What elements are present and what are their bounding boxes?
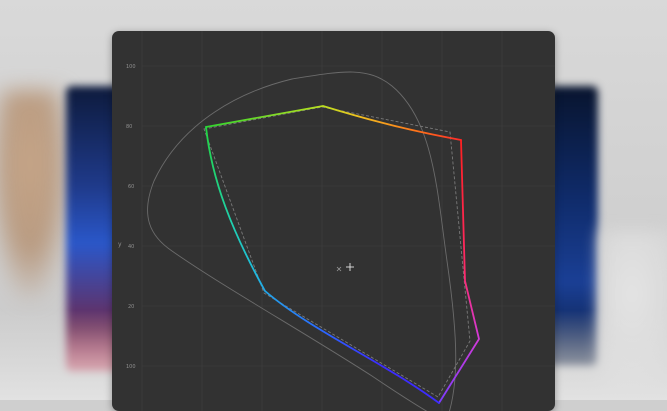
y-axis-label: y bbox=[118, 241, 122, 248]
y-tick-label: 100 bbox=[126, 364, 136, 370]
white-point-markers bbox=[336, 263, 354, 272]
y-tick-label: 60 bbox=[128, 184, 134, 190]
white-point-reference-marker bbox=[336, 266, 342, 272]
gamut-edge-green-red bbox=[205, 105, 462, 141]
measured-gamut bbox=[205, 105, 480, 404]
grid-lines bbox=[141, 31, 555, 411]
y-tick-label: 100 bbox=[126, 64, 136, 70]
y-tick-labels: 100 80 60 40 20 100 y bbox=[118, 64, 136, 370]
background-left-object bbox=[0, 90, 70, 300]
gamut-chart-panel: 100 80 60 40 20 100 y bbox=[112, 31, 555, 411]
spectral-locus-curve bbox=[147, 71, 457, 411]
y-tick-label: 20 bbox=[128, 304, 134, 310]
gamut-chart: 100 80 60 40 20 100 y bbox=[118, 31, 555, 411]
y-tick-label: 80 bbox=[126, 124, 132, 130]
gamut-edge-red-blue bbox=[438, 139, 480, 404]
gamut-edge-green-blue bbox=[205, 126, 440, 404]
y-tick-label: 40 bbox=[128, 244, 134, 250]
white-point-measured-marker bbox=[346, 263, 354, 271]
